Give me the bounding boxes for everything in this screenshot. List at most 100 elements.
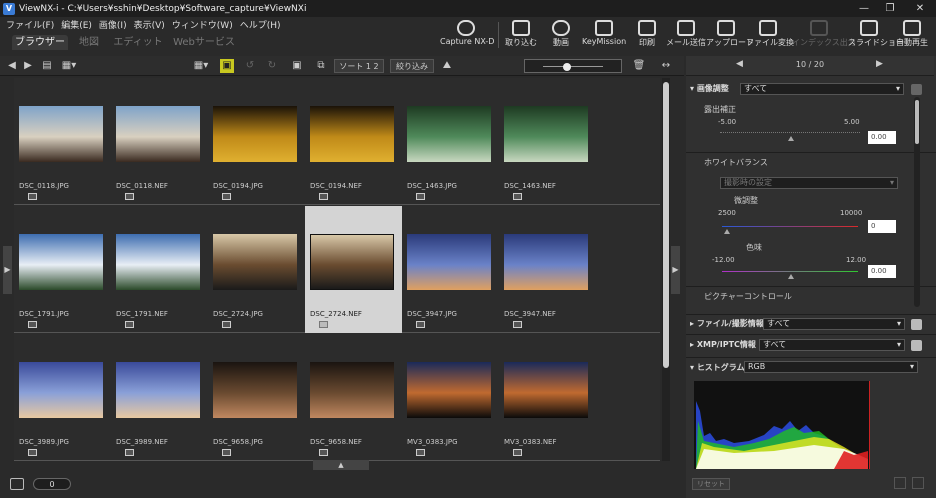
thumbnail-cell[interactable]: DSC_1791.NEF: [111, 206, 208, 333]
stack-icon[interactable]: [319, 193, 328, 200]
grid-scrollbar-thumb[interactable]: [663, 82, 669, 368]
stack-icon[interactable]: [125, 449, 134, 456]
stack-icon[interactable]: [319, 449, 328, 456]
thumbnail-image[interactable]: [213, 234, 297, 290]
upload-button[interactable]: アップロード: [706, 18, 754, 52]
import-button[interactable]: 取り込む: [504, 18, 538, 52]
thumbnail-cell[interactable]: DSC_0118.NEF: [111, 78, 208, 205]
slideshow-button[interactable]: スライドショー: [848, 18, 904, 52]
thumbnail-image[interactable]: [310, 362, 394, 418]
stack-icon[interactable]: [416, 193, 425, 200]
file-info-icon[interactable]: [911, 319, 922, 330]
menu-edit[interactable]: 編集(E): [61, 18, 92, 31]
stack-icon[interactable]: [513, 449, 522, 456]
filmstrip-toggle[interactable]: ▲: [313, 460, 369, 470]
stack-icon[interactable]: [513, 193, 522, 200]
capture-nxd-button[interactable]: Capture NX-D: [440, 18, 494, 52]
exposure-knob[interactable]: [788, 136, 794, 141]
thumbnail-cell[interactable]: DSC_3947.JPG: [402, 206, 499, 333]
print-button[interactable]: 印刷: [630, 18, 664, 52]
stack-icon[interactable]: [125, 193, 134, 200]
thumbnail-cell[interactable]: DSC_3989.JPG: [14, 334, 111, 461]
filter-dropdown[interactable]: 絞り込み ▾: [390, 59, 434, 85]
thumbnail-cell[interactable]: DSC_0118.JPG: [14, 78, 111, 205]
xmp-section-header[interactable]: ▸ XMP/IPTC情報: [690, 338, 756, 352]
thumbnail-image[interactable]: [213, 362, 297, 418]
thumbnail-size-slider[interactable]: [524, 59, 622, 73]
filter-settings-icon[interactable]: ⛰: [440, 59, 454, 73]
stack-icon[interactable]: [416, 449, 425, 456]
file-info-section-header[interactable]: ▸ ファイル/撮影情報: [690, 317, 764, 331]
restore-button[interactable]: ❐: [876, 0, 904, 17]
thumbnail-image[interactable]: [19, 106, 103, 162]
thumbnail-cell[interactable]: DSC_2724.JPG: [208, 206, 305, 333]
convert-button[interactable]: ファイル変換: [746, 18, 794, 52]
thumbnail-cell[interactable]: DSC_0194.JPG: [208, 78, 305, 205]
temp-knob[interactable]: [724, 229, 730, 234]
grid-scrollbar[interactable]: [662, 78, 670, 461]
stack-icon[interactable]: [222, 449, 231, 456]
tab-edit[interactable]: エディット: [110, 35, 166, 50]
thumbnail-image[interactable]: [116, 106, 200, 162]
thumbnail-image[interactable]: [19, 362, 103, 418]
file-info-filter-dropdown[interactable]: すべて: [763, 318, 905, 330]
histogram-save-icon[interactable]: [912, 477, 924, 489]
rotate-left-icon[interactable]: ↺: [244, 59, 256, 73]
slider-knob[interactable]: [563, 63, 571, 71]
index-print-button[interactable]: インデックス出力: [792, 18, 856, 52]
thumbnail-image[interactable]: [504, 362, 588, 418]
stack-icon[interactable]: [222, 321, 231, 328]
movie-button[interactable]: 動画: [544, 18, 578, 52]
stack-icon[interactable]: [28, 193, 37, 200]
reset-button[interactable]: リセット: [692, 478, 730, 490]
thumbnail-cell[interactable]: MV3_0383.NEF: [499, 334, 596, 461]
copy-settings-icon[interactable]: [911, 84, 922, 95]
tint-value[interactable]: 0.00: [868, 265, 896, 278]
thumbnail-cell[interactable]: DSC_9658.JPG: [208, 334, 305, 461]
stack-icon[interactable]: [28, 321, 37, 328]
thumbnail-cell[interactable]: DSC_1463.JPG: [402, 78, 499, 205]
white-balance-preset[interactable]: 撮影時の設定: [720, 177, 898, 189]
exposure-value[interactable]: 0.00: [868, 131, 896, 144]
thumbnail-image[interactable]: [407, 234, 491, 290]
stack-icon[interactable]: [416, 321, 425, 328]
thumbnail-image[interactable]: [407, 106, 491, 162]
sort-dropdown[interactable]: ソート 1 2 ▾: [334, 59, 384, 85]
keymission-button[interactable]: KeyMission: [582, 18, 626, 52]
stack-icon[interactable]: [319, 321, 328, 328]
tab-web-services[interactable]: Webサービス: [170, 35, 238, 50]
menu-window[interactable]: ウィンドウ(W): [172, 18, 233, 31]
thumbnail-cell[interactable]: DSC_3947.NEF: [499, 206, 596, 333]
stack-icon[interactable]: [222, 193, 231, 200]
menu-view[interactable]: 表示(V): [134, 18, 165, 31]
tab-map[interactable]: 地図: [72, 35, 106, 50]
back-arrow-icon[interactable]: ◀: [6, 59, 18, 73]
thumbnail-image[interactable]: [407, 362, 491, 418]
folder-up-icon[interactable]: ▤: [40, 59, 54, 73]
xmp-filter-dropdown[interactable]: すべて: [759, 339, 905, 351]
rotate-right-icon[interactable]: ↻: [266, 59, 278, 73]
left-panel-toggle[interactable]: ▶: [3, 246, 12, 294]
forward-arrow-icon[interactable]: ▶: [22, 59, 34, 73]
adjust-scrollbar[interactable]: [914, 97, 920, 307]
menu-help[interactable]: ヘルプ(H): [240, 18, 281, 31]
expand-horizontal-icon[interactable]: ↔: [656, 59, 676, 73]
thumbnail-image[interactable]: [116, 234, 200, 290]
adjust-section-header[interactable]: ▾ 画像調整: [690, 82, 729, 96]
right-panel-toggle[interactable]: ▶: [671, 246, 680, 294]
thumbnail-cell[interactable]: DSC_0194.NEF: [305, 78, 402, 205]
xmp-info-icon[interactable]: [911, 340, 922, 351]
menu-file[interactable]: ファイル(F): [6, 18, 54, 31]
next-image-icon[interactable]: ▶: [876, 59, 883, 69]
stack-icon[interactable]: [513, 321, 522, 328]
thumbnail-cell[interactable]: DSC_1463.NEF: [499, 78, 596, 205]
stack-icon[interactable]: [28, 449, 37, 456]
view-options-icon[interactable]: ▦▾: [58, 59, 80, 73]
thumbnail-cell[interactable]: DSC_3989.NEF: [111, 334, 208, 461]
adjust-scrollbar-thumb[interactable]: [915, 100, 919, 144]
thumbnail-cell[interactable]: DSC_1791.JPG: [14, 206, 111, 333]
thumbnail-cell[interactable]: DSC_2724.NEF: [305, 206, 402, 333]
stack-icon[interactable]: [125, 321, 134, 328]
thumbnail-image[interactable]: [310, 234, 394, 290]
menu-image[interactable]: 画像(I): [99, 18, 127, 31]
